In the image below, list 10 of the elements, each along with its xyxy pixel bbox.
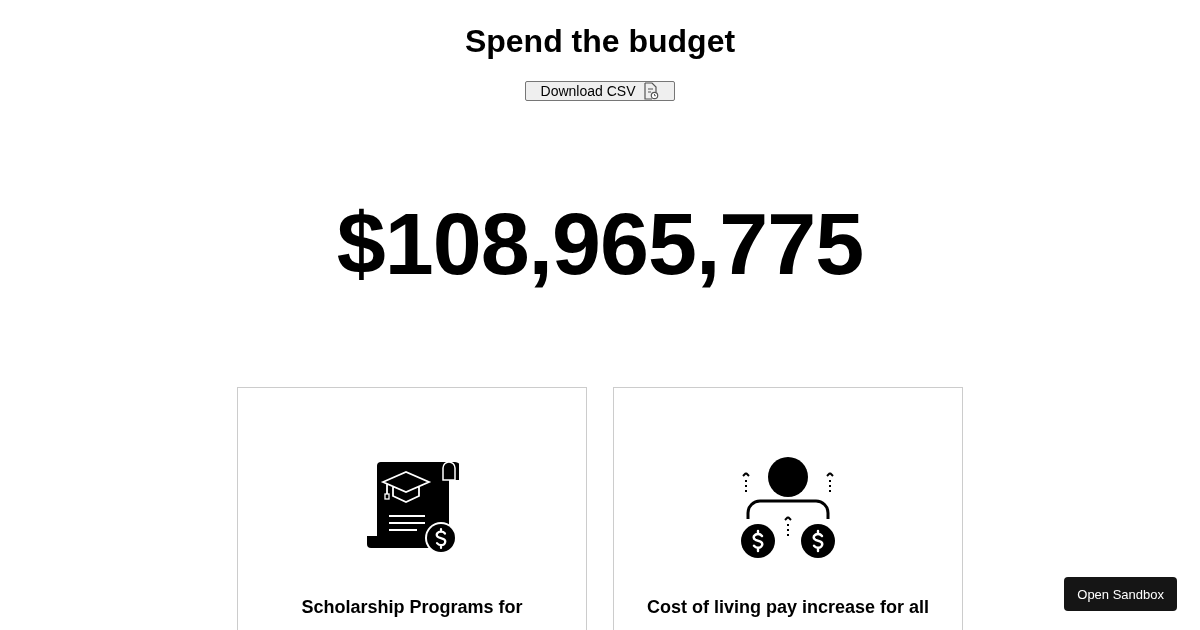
budget-total: $108,965,775 [336,193,864,295]
card-title: Scholarship Programs for [300,597,524,618]
budget-card[interactable]: Scholarship Programs for [237,387,587,630]
open-sandbox-button[interactable]: Open Sandbox [1064,577,1177,611]
file-clock-icon [643,82,660,100]
budget-card[interactable]: Cost of living pay increase for all [613,387,963,630]
download-csv-button[interactable]: Download CSV [525,81,675,101]
person-money-icon [740,457,836,559]
page-title: Spend the budget [464,22,736,60]
card-title: Cost of living pay increase for all [645,597,931,618]
